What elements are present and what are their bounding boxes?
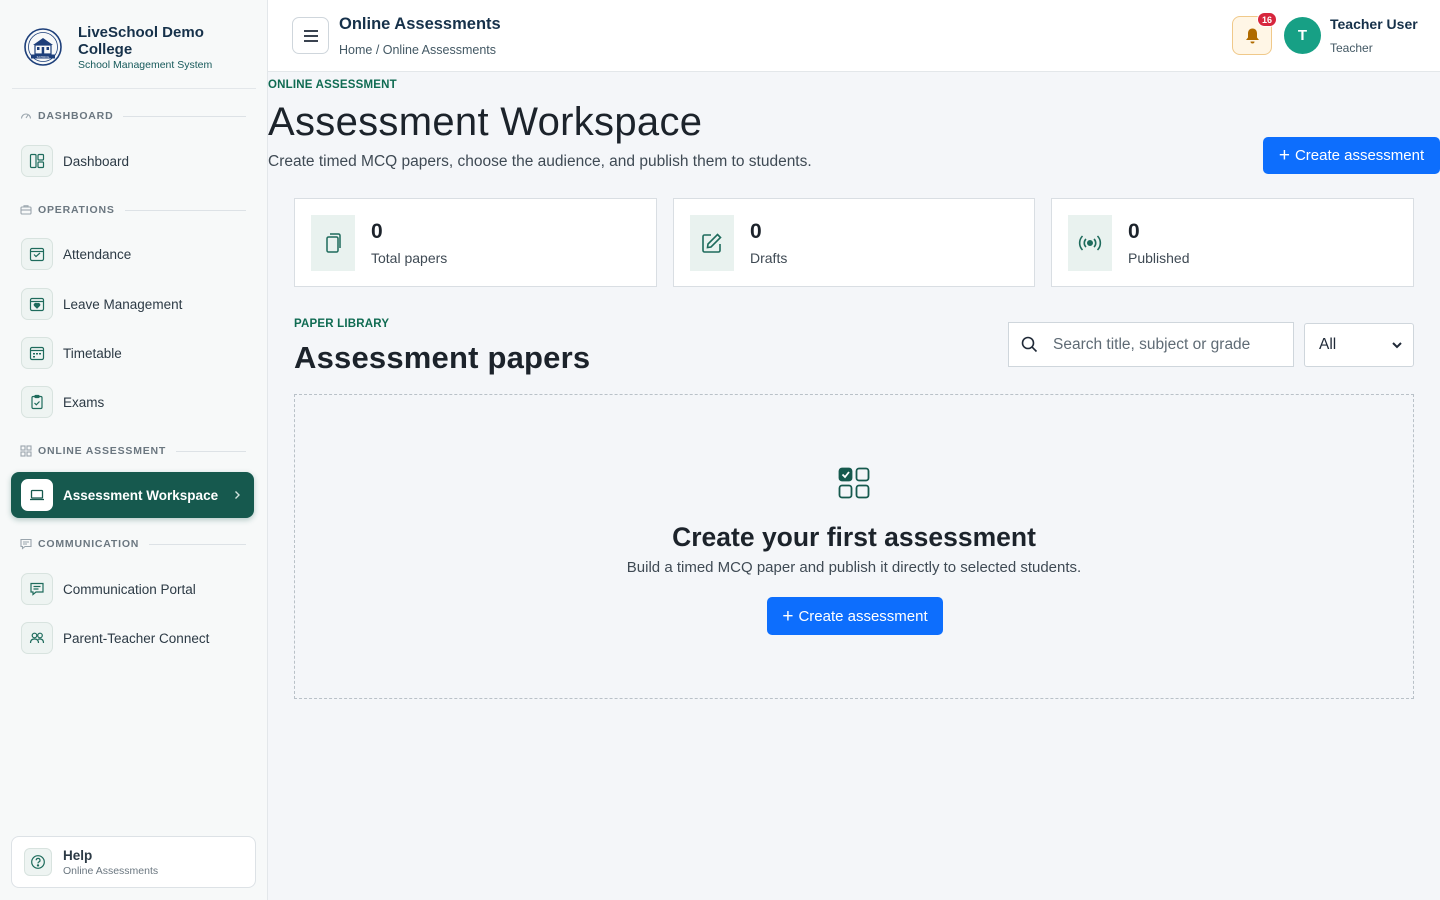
create-assessment-label: Create assessment [1294,147,1425,164]
sidebar-item-label: Timetable [63,345,122,361]
broadcast-icon [1068,214,1112,271]
breadcrumb[interactable]: Home / Online Assessments [339,43,496,57]
avatar[interactable]: T [1284,17,1321,54]
stat-value: 0 [371,219,383,243]
section-label: OPERATIONS [38,204,115,216]
plus-icon: + [782,605,794,627]
section-operations: OPERATIONS [20,204,246,216]
sidebar-item-label: Dashboard [63,153,130,169]
user-name[interactable]: Teacher User [1330,16,1418,32]
sidebar-item-label: Leave Management [63,296,183,312]
chat-icon [21,573,53,605]
section-dashboard: DASHBOARD [20,110,246,122]
sidebar-item-attendance[interactable]: Attendance [11,231,254,277]
user-role: Teacher [1330,41,1373,55]
layout-icon [21,145,53,177]
clipboard-check-icon [21,386,53,418]
section-communication: COMMUNICATION [20,538,246,550]
sidebar-item-communication-portal[interactable]: Communication Portal [11,566,254,612]
sidebar: SCHOOL LiveSchool Demo College School Ma… [0,0,268,900]
search-input[interactable] [1053,335,1289,354]
logo-text: SCHOOL [37,55,50,59]
divider [12,88,256,89]
empty-state-create-button[interactable]: + Create assessment [767,597,943,635]
calendar-week-icon [21,337,53,369]
sidebar-item-leave-management[interactable]: Leave Management [11,281,254,327]
topbar: Online Assessments Home / Online Assessm… [268,0,1440,72]
gauge-icon [20,110,32,122]
stat-value: 0 [750,219,762,243]
sidebar-item-label: Exams [63,394,105,410]
briefcase-icon [20,204,32,216]
help-subtitle: Online Assessments [63,864,159,877]
library-eyebrow: PAPER LIBRARY [294,318,390,330]
empty-state: Create your first assessment Build a tim… [294,394,1414,699]
status-filter-select[interactable]: All [1304,323,1414,367]
empty-state-title: Create your first assessment [672,522,1036,552]
question-circle-icon [24,848,52,876]
search-box [1008,322,1294,367]
create-assessment-button[interactable]: + Create assessment [1263,137,1440,174]
section-divider [124,209,246,211]
laptop-icon [21,479,53,511]
grid-icon [20,445,32,457]
checklist-grid-icon [838,467,870,504]
library-title: Assessment papers [294,340,591,375]
section-divider [149,543,246,545]
sidebar-item-parent-teacher-connect[interactable]: Parent-Teacher Connect [11,615,254,661]
workspace-subtitle: Create timed MCQ papers, choose the audi… [268,153,812,170]
stat-value: 0 [1128,219,1140,243]
message-icon [20,538,32,550]
brand-name: LiveSchool Demo College [78,24,204,58]
help-title: Help [63,847,93,863]
empty-state-button-label: Create assessment [798,607,928,625]
sidebar-item-exams[interactable]: Exams [11,379,254,425]
stat-label: Drafts [750,249,788,266]
empty-state-subtitle: Build a timed MCQ paper and publish it d… [626,559,1082,576]
brand-subtitle: School Management System [78,59,213,71]
section-eyebrow: ONLINE ASSESSMENT [268,79,397,91]
calendar-heart-icon [21,288,53,320]
sidebar-item-label: Parent-Teacher Connect [63,630,210,646]
files-icon [311,214,355,271]
calendar-check-icon [21,238,53,270]
menu-toggle-button[interactable] [292,17,329,54]
school-logo-icon: SCHOOL [22,26,64,68]
stat-card-drafts: 0 Drafts [673,198,1035,287]
bell-icon [1245,28,1259,43]
brand[interactable]: SCHOOL LiveSchool Demo College School Ma… [0,0,267,88]
hamburger-icon [303,29,318,42]
help-card[interactable]: Help Online Assessments [11,836,256,888]
filter-value: All [1319,336,1337,353]
sidebar-item-label: Attendance [63,246,132,262]
sidebar-item-assessment-workspace[interactable]: Assessment Workspace [11,472,254,518]
chevron-down-icon [1391,338,1403,356]
sidebar-item-label: Communication Portal [63,581,196,597]
section-label: COMMUNICATION [38,538,140,550]
search-icon [1009,336,1049,353]
stat-card-published: 0 Published [1051,198,1414,287]
chevron-right-icon [232,487,242,503]
people-icon [21,622,53,654]
page-title: Online Assessments [339,15,501,33]
stat-card-total-papers: 0 Total papers [294,198,657,287]
sidebar-item-timetable[interactable]: Timetable [11,330,254,376]
stat-label: Published [1128,249,1190,266]
notification-badge: 16 [1256,12,1277,27]
plus-icon: + [1278,145,1290,166]
section-online-assessment: ONLINE ASSESSMENT [20,445,246,457]
section-divider [176,450,246,452]
stat-label: Total papers [371,249,448,266]
pencil-square-icon [690,214,734,271]
workspace-title: Assessment Workspace [268,100,703,144]
section-label: ONLINE ASSESSMENT [38,445,167,457]
sidebar-item-dashboard[interactable]: Dashboard [11,138,254,184]
notifications-button[interactable]: 16 [1232,12,1277,55]
section-divider [123,115,246,117]
section-label: DASHBOARD [38,110,114,122]
sidebar-item-label: Assessment Workspace [63,487,219,503]
